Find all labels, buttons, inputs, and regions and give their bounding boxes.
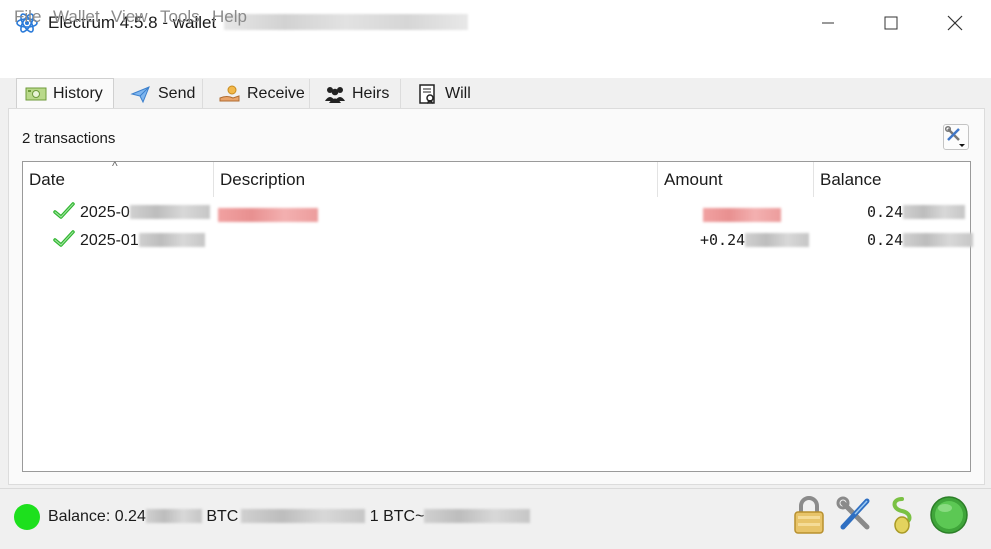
receive-icon [219, 84, 241, 104]
wallet-name-redacted [224, 14, 469, 30]
menu-help[interactable]: Help [212, 7, 247, 27]
heirs-icon [324, 84, 346, 104]
network-status-icon[interactable] [929, 495, 969, 535]
tab-send-label: Send [158, 85, 196, 102]
tx-date: 2025-01 [80, 232, 139, 249]
menu-tools[interactable]: Tools [160, 7, 200, 27]
column-header-description[interactable]: Description [214, 162, 658, 197]
will-icon [417, 84, 439, 104]
minimize-button[interactable] [805, 0, 851, 46]
redacted-date [129, 205, 210, 219]
menu-wallet[interactable]: Wallet [53, 7, 100, 27]
tab-receive-label: Receive [247, 85, 305, 102]
close-icon [947, 15, 963, 31]
redacted-description [218, 208, 318, 222]
seed-icon[interactable] [882, 495, 922, 535]
btc-unit: BTC [206, 508, 239, 525]
confirmed-check-icon [53, 202, 75, 219]
preferences-icon[interactable] [835, 495, 875, 535]
tab-will-label: Will [445, 85, 471, 102]
tx-date: 2025-0 [80, 204, 130, 221]
redacted-balance [903, 233, 974, 247]
redacted-amount [745, 233, 810, 247]
column-header-amount[interactable]: Amount [658, 162, 814, 197]
redacted-rate [424, 509, 531, 523]
lock-icon[interactable] [789, 495, 829, 535]
menu-bar [0, 46, 991, 78]
redacted-amount [703, 208, 781, 222]
minimize-icon [822, 22, 834, 24]
redacted-date [138, 233, 205, 247]
transaction-count: 2 transactions [22, 130, 116, 147]
tab-send[interactable]: Send [114, 79, 203, 109]
tab-history[interactable]: History [16, 78, 114, 109]
tab-history-label: History [53, 85, 103, 102]
connection-status-dot-icon [14, 504, 40, 530]
column-header-balance[interactable]: Balance [814, 162, 970, 197]
table-row[interactable]: 2025-01 +0.24 0.24 [23, 227, 974, 254]
history-icon [25, 84, 47, 104]
tab-will[interactable]: Will [401, 79, 483, 109]
exchange-rate-prefix: 1 BTC~ [369, 508, 425, 525]
maximize-button[interactable] [868, 0, 914, 46]
send-icon [130, 84, 152, 104]
tx-balance: 0.24 [867, 203, 904, 221]
redacted-balance-amount [145, 509, 202, 523]
tab-heirs[interactable]: Heirs [310, 79, 401, 109]
maximize-icon [884, 16, 898, 30]
confirmed-check-icon [53, 230, 75, 247]
column-header-date[interactable]: Date [23, 162, 214, 197]
menu-file[interactable]: File [14, 7, 41, 27]
tx-balance: 0.24 [867, 231, 904, 249]
menu-view[interactable]: View [111, 7, 148, 27]
history-options-button[interactable] [943, 124, 969, 150]
balance-status: Balance: 0.24 BTC 1 BTC~ [48, 508, 531, 526]
tab-receive[interactable]: Receive [203, 79, 310, 109]
close-button[interactable] [932, 0, 978, 46]
tx-amount: +0.24 [700, 231, 746, 249]
tab-heirs-label: Heirs [352, 85, 390, 102]
table-row[interactable]: 2025-0 0.24 [23, 199, 970, 226]
redacted-fiat [241, 509, 366, 523]
balance-label: Balance: 0.24 [48, 508, 146, 525]
tools-dropdown-icon [944, 125, 965, 147]
redacted-balance [903, 205, 966, 219]
